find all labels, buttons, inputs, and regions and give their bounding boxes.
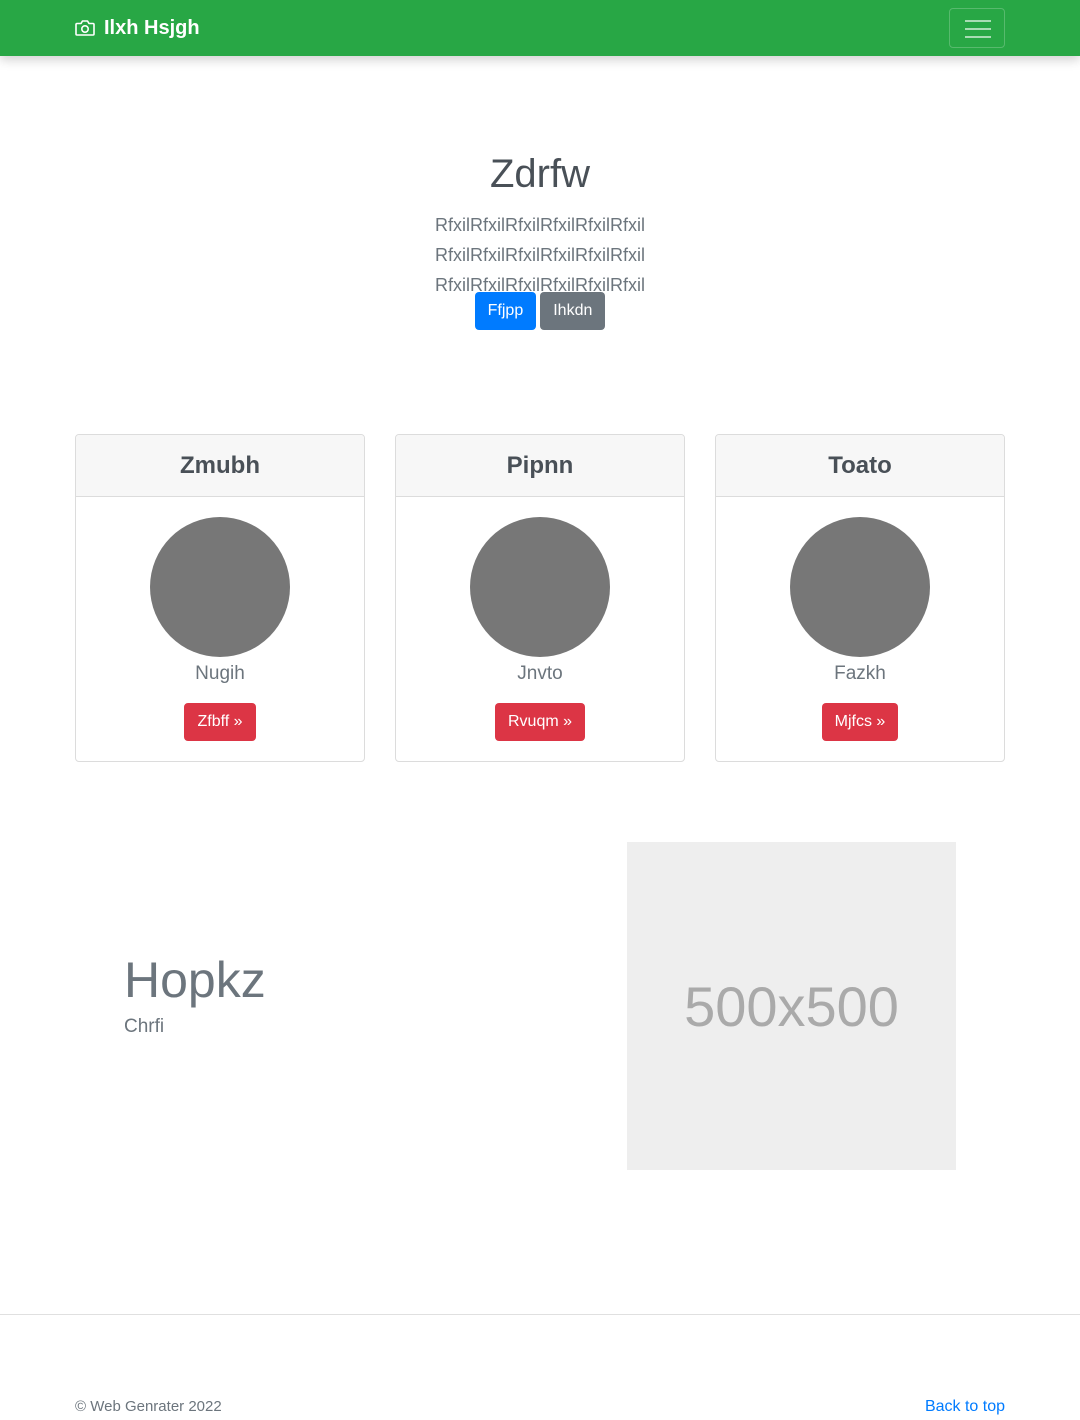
hamburger-menu-icon bbox=[965, 20, 991, 38]
placeholder-image: 500x500 bbox=[627, 842, 956, 1170]
card-title: Toato bbox=[716, 435, 1004, 497]
brand-link[interactable]: Ilxh Hsjgh bbox=[75, 0, 200, 56]
card-3-button[interactable]: Mjfcs » bbox=[821, 703, 899, 741]
card-3: Toato Fazkh Mjfcs » bbox=[715, 434, 1005, 762]
navbar: Ilxh Hsjgh bbox=[0, 0, 1080, 56]
card-1-button[interactable]: Zfbff » bbox=[184, 703, 256, 741]
placeholder-label: 500x500 bbox=[684, 974, 899, 1038]
copyright-text: © Web Genrater 2022 bbox=[75, 1398, 222, 1415]
card-2: Pipnn Jnvto Rvuqm » bbox=[395, 434, 685, 762]
camera-icon bbox=[75, 20, 95, 36]
hero-title: Zdrfw bbox=[490, 152, 590, 196]
card-title: Zmubh bbox=[76, 435, 364, 497]
avatar bbox=[150, 517, 290, 657]
feature-heading: Hopkz bbox=[124, 952, 266, 1008]
brand-name: Ilxh Hsjgh bbox=[104, 16, 200, 39]
hero-primary-button[interactable]: Ffjpp bbox=[474, 292, 537, 330]
card-2-button[interactable]: Rvuqm » bbox=[494, 703, 586, 741]
hero-buttons: Ffjpp Ihkdn bbox=[0, 292, 1080, 330]
footer-divider bbox=[0, 1314, 1080, 1315]
navbar-toggler-button[interactable] bbox=[949, 8, 1005, 48]
hero-lead: RfxilRfxilRfxilRfxilRfxilRfxil RfxilRfxi… bbox=[435, 215, 645, 295]
back-to-top-link[interactable]: Back to top bbox=[925, 1398, 1005, 1416]
card-title: Pipnn bbox=[396, 435, 684, 497]
card-name: Fazkh bbox=[834, 663, 886, 684]
card-name: Nugih bbox=[195, 663, 245, 684]
hero-secondary-button[interactable]: Ihkdn bbox=[540, 292, 606, 330]
card-1: Zmubh Nugih Zfbff » bbox=[75, 434, 365, 762]
avatar bbox=[790, 517, 930, 657]
avatar bbox=[470, 517, 610, 657]
card-name: Jnvto bbox=[517, 663, 563, 684]
feature-subheading: Chrfi bbox=[124, 1016, 165, 1037]
